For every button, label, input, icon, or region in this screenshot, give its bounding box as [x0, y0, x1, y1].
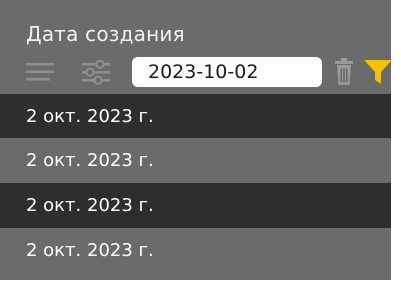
date-column-filter-panel: Дата создания 2023-10-02 2 окт. 2023 г. …	[0, 0, 391, 280]
list-item[interactable]: 2 окт. 2023 г.	[0, 228, 391, 273]
filter-settings-icon[interactable]	[80, 58, 112, 86]
list-item[interactable]: 2 окт. 2023 г.	[0, 94, 391, 138]
filter-funnel-icon[interactable]	[362, 58, 391, 86]
date-filter-input[interactable]	[132, 57, 322, 87]
page-background	[0, 280, 401, 286]
date-value-list: 2 окт. 2023 г. 2 окт. 2023 г. 2 окт. 202…	[0, 94, 391, 273]
column-title: Дата создания	[26, 22, 185, 46]
trash-icon[interactable]	[328, 58, 360, 86]
column-header: Дата создания	[0, 0, 391, 94]
list-lines-icon[interactable]	[24, 58, 56, 86]
filter-toolbar	[0, 54, 391, 90]
list-item[interactable]: 2 окт. 2023 г.	[0, 183, 391, 228]
page-background	[391, 0, 401, 286]
list-item[interactable]: 2 окт. 2023 г.	[0, 138, 391, 183]
